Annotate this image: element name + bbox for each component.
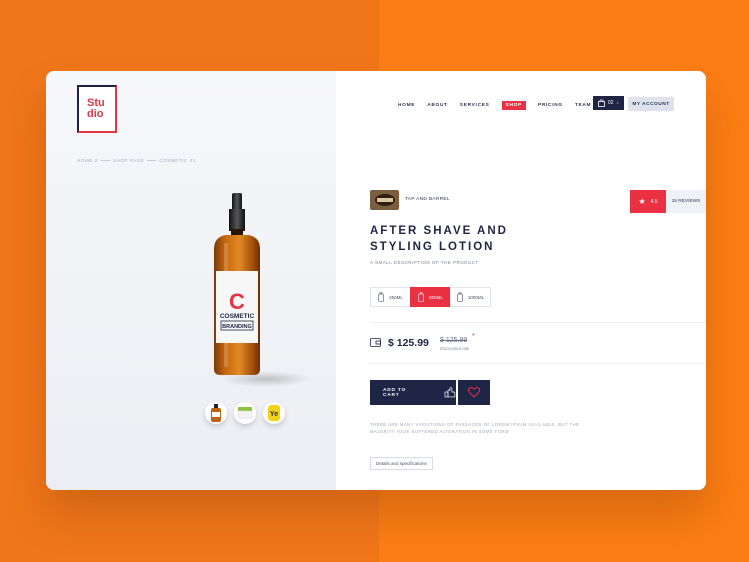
product-title: AFTER SHAVE AND STYLING LOTION (370, 225, 508, 253)
add-to-cart-label: ADD TO CART (383, 387, 407, 398)
size-label: 1000ML (467, 294, 485, 300)
bottle-icon (418, 292, 424, 302)
thumbnail-yellow-jar[interactable]: Ye (263, 402, 285, 424)
product-bottle-image: C COSMETIC BRANDING (214, 193, 311, 387)
old-price: $ 125.99 (440, 337, 468, 344)
bottle-thumb-icon (211, 404, 221, 422)
nav-shop[interactable]: SHOP (501, 101, 526, 110)
my-account-button[interactable]: MY ACCOUNT (628, 97, 674, 111)
breadcrumb-current: COSMETIC 01 (159, 158, 196, 163)
thumbnail-jar[interactable] (234, 402, 256, 424)
brand-name[interactable]: TAP AND BARREL (405, 197, 450, 202)
label-text-line1: COSMETIC (220, 313, 255, 320)
product-card: Stu dio HOME 2 SHOP PAGE COSMETIC 01 C C… (46, 71, 706, 490)
breadcrumb: HOME 2 SHOP PAGE COSMETIC 01 (77, 158, 196, 163)
breadcrumb-home[interactable]: HOME 2 (77, 158, 98, 163)
logo-text-line2: dio (87, 108, 104, 120)
barrel-logo-icon (374, 194, 395, 206)
size-option-1000ml[interactable]: 1000ML (450, 287, 491, 307)
add-to-cart-button[interactable]: ADD TO CART (370, 380, 456, 405)
jar-thumb-icon (237, 407, 253, 419)
divider (370, 322, 706, 323)
main-nav: HOME ABOUT SERVICES SHOP PRICING TEAM (398, 101, 591, 110)
size-label: 500ML (429, 294, 443, 300)
nav-pricing[interactable]: PRICING (538, 101, 563, 110)
hand-pointer-icon (444, 387, 456, 398)
size-label: 250ML (389, 294, 403, 300)
size-selector: 250ML 500ML 1000ML (370, 287, 491, 307)
label-text-line2: BRANDING (222, 324, 252, 330)
cart-button[interactable]: 02 ↓ (593, 96, 624, 110)
details-specifications-button[interactable]: Details and specifications (370, 457, 433, 470)
discount-asterisk: * (472, 333, 475, 340)
product-long-description: THERE ARE MANY VARIATIONS OF PASSAGES OF… (370, 422, 580, 434)
star-icon: ★ (638, 197, 646, 206)
studio-logo[interactable]: Stu dio (77, 85, 117, 133)
thumbnail-strip: Ye (205, 402, 285, 424)
shopping-bag-icon (598, 99, 605, 107)
breadcrumb-shop[interactable]: SHOP PAGE (113, 158, 145, 163)
nav-about[interactable]: ABOUT (427, 101, 448, 110)
reviews-link[interactable]: 15 REVIEWS (666, 190, 706, 213)
brand-logo[interactable] (370, 190, 399, 210)
product-description: A SMALL DESCRIPTION OF THE PRODUCT (370, 260, 479, 265)
product-details-panel: HOME ABOUT SERVICES SHOP PRICING TEAM 02… (336, 71, 706, 490)
yellow-jar-text: Ye (270, 411, 278, 418)
wallet-icon (370, 338, 381, 347)
product-price: $ 125.99 (388, 337, 429, 349)
heart-icon (468, 387, 480, 398)
nav-services[interactable]: SERVICES (460, 101, 490, 110)
nav-home[interactable]: HOME (398, 101, 415, 110)
rating-badge: ★ 4.5 (630, 190, 666, 213)
bottle-icon (378, 292, 384, 302)
divider (370, 363, 706, 364)
discount-label: Discounted rate (440, 346, 470, 351)
label-letter: C (229, 289, 245, 314)
breadcrumb-separator (147, 160, 157, 162)
chevron-down-icon: ↓ (616, 100, 620, 106)
breadcrumb-separator (100, 160, 110, 162)
bottle-icon (457, 292, 463, 302)
cart-count: 02 (607, 100, 614, 106)
thumbnail-bottle[interactable] (205, 402, 227, 424)
yellow-jar-thumb-icon: Ye (268, 405, 280, 421)
wishlist-button[interactable] (458, 380, 490, 405)
product-gallery-panel: Stu dio HOME 2 SHOP PAGE COSMETIC 01 C C… (46, 71, 336, 490)
size-option-250ml[interactable]: 250ML (370, 287, 411, 307)
rating-score: 4.5 (650, 198, 658, 205)
nav-team[interactable]: TEAM (575, 101, 591, 110)
size-option-500ml[interactable]: 500ML (410, 287, 451, 307)
